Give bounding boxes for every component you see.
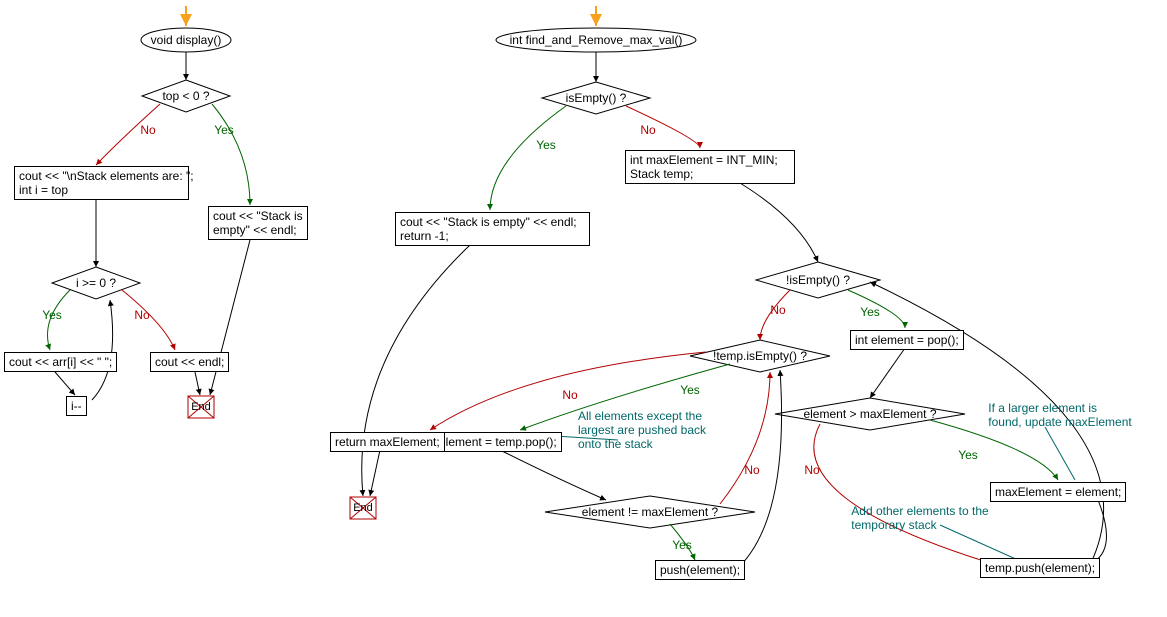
right-box-pop: int element = pop();	[850, 330, 964, 350]
left-box-print: cout << arr[i] << " ";	[4, 352, 117, 372]
right-cond-loop1: !isEmpty() ?	[786, 273, 850, 287]
right-box-init: int maxElement = INT_MIN; Stack temp;	[625, 150, 795, 184]
left-box-header: cout << "\nStack elements are: "; int i …	[14, 166, 189, 200]
right-end: End	[353, 502, 373, 514]
left-start-label: void display()	[151, 33, 222, 47]
right-start-label: int find_and_Remove_max_val()	[510, 33, 683, 47]
right-box-emptybranch: cout << "Stack is empty" << endl; return…	[395, 212, 590, 246]
right-cond-gt: element > maxElement ?	[803, 407, 936, 421]
left-box-endl: cout << endl;	[150, 352, 229, 372]
left-box-dec: i--	[66, 396, 87, 416]
left-box-empty: cout << "Stack is empty" << endl;	[208, 206, 308, 240]
right-cond-loop2: !temp.isEmpty() ?	[713, 349, 807, 363]
left-end: End	[191, 401, 211, 413]
left-cond-i: i >= 0 ?	[76, 276, 116, 290]
left-cond-top: top < 0 ?	[162, 89, 209, 103]
right-box-push: push(element);	[655, 560, 745, 580]
right-cond-empty: isEmpty() ?	[566, 91, 627, 105]
right-box-temppush: temp.push(element);	[980, 558, 1100, 578]
right-cond-neq: element != maxElement ?	[582, 505, 718, 519]
right-box-setmax: maxElement = element;	[990, 482, 1126, 502]
right-box-return: return maxElement;	[330, 432, 445, 452]
